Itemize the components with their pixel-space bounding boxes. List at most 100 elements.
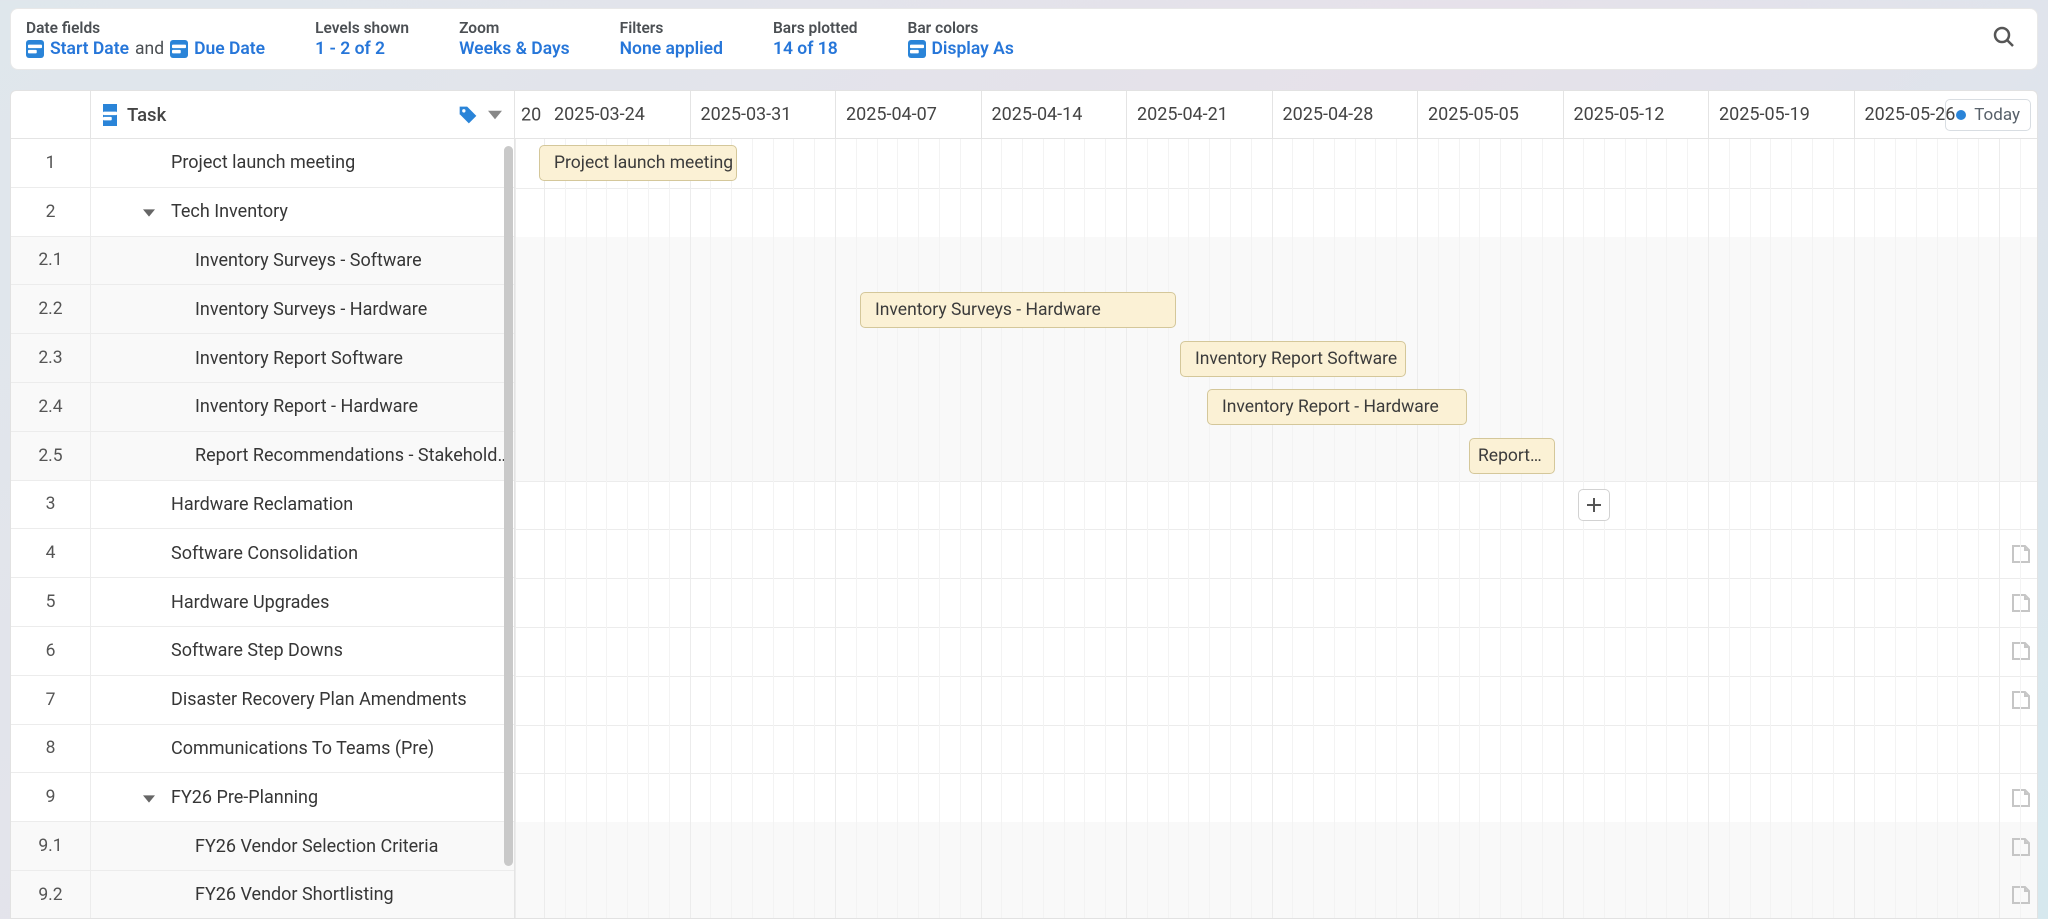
- note-tag-icon[interactable]: [2009, 786, 2033, 810]
- timeline-header: 20 Today 2025-03-242025-03-312025-04-072…: [515, 91, 2037, 139]
- colors-value-text: Display As: [932, 39, 1014, 59]
- task-name-cell: FY26 Pre-Planning: [91, 787, 514, 808]
- task-row[interactable]: 1 Project launch meeting: [11, 139, 514, 188]
- note-tag-icon[interactable]: [2009, 835, 2033, 859]
- colors-label: Bar colors: [908, 19, 1014, 37]
- filters-value: None applied: [620, 39, 723, 59]
- timeline-date-cell[interactable]: 2025-04-21: [1126, 91, 1272, 138]
- gantt-bar[interactable]: Inventory Report Software: [1180, 341, 1406, 377]
- collapse-caret-icon[interactable]: [143, 201, 155, 222]
- row-number-cell: 9.1: [11, 822, 91, 870]
- task-name-cell: Inventory Report Software: [91, 348, 514, 369]
- note-tag-icon[interactable]: [2009, 591, 2033, 615]
- timeline-date-cell[interactable]: 2025-04-07: [835, 91, 981, 138]
- task-list-header: Task: [11, 91, 514, 139]
- timeline-date-cell[interactable]: 2025-04-14: [981, 91, 1127, 138]
- task-row[interactable]: 9 FY26 Pre-Planning: [11, 773, 514, 822]
- note-tag-icon[interactable]: [2009, 542, 2033, 566]
- bars-group[interactable]: Bars plotted 14 of 18: [773, 19, 858, 59]
- collapse-caret-icon[interactable]: [143, 787, 155, 808]
- task-row[interactable]: 5Hardware Upgrades: [11, 578, 514, 627]
- and-text: and: [135, 39, 164, 59]
- task-row[interactable]: 6Software Step Downs: [11, 627, 514, 676]
- task-name-cell: Hardware Upgrades: [91, 592, 514, 613]
- colors-value: Display As: [908, 39, 1014, 59]
- task-row[interactable]: 2.1Inventory Surveys - Software: [11, 237, 514, 286]
- timeline-grid[interactable]: Project launch meeting Inventory Surveys …: [515, 139, 2037, 918]
- task-name-text: Inventory Report - Hardware: [195, 396, 418, 417]
- gantt-bar[interactable]: Inventory Report - Hardware: [1207, 389, 1467, 425]
- timeline-pane[interactable]: 20 Today 2025-03-242025-03-312025-04-072…: [515, 91, 2037, 918]
- timeline-date-cell[interactable]: 2025-03-24: [544, 91, 690, 138]
- row-number-cell: 9: [11, 773, 91, 821]
- task-name-cell: Disaster Recovery Plan Amendments: [91, 689, 514, 710]
- task-name-cell: Inventory Surveys - Hardware: [91, 299, 514, 320]
- levels-label: Levels shown: [315, 19, 409, 37]
- task-row[interactable]: 8 Communications To Teams (Pre): [11, 725, 514, 774]
- timeline-date-cell[interactable]: 2025-05-05: [1417, 91, 1563, 138]
- timeline-date-cell[interactable]: 2025-05-26: [1854, 91, 2000, 138]
- gantt-bar[interactable]: Inventory Surveys - Hardware: [860, 292, 1176, 328]
- levels-group[interactable]: Levels shown 1 - 2 of 2: [315, 19, 409, 59]
- gantt-panel: Task 1 Project launch meeting 2Tech Invent…: [10, 90, 2038, 919]
- task-column-header[interactable]: Task: [91, 104, 514, 126]
- filters-group[interactable]: Filters None applied: [620, 19, 723, 59]
- task-name-text: FY26 Pre-Planning: [171, 787, 318, 808]
- task-name-text: Inventory Surveys - Software: [195, 250, 422, 271]
- gantt-bar[interactable]: Project launch meeting: [539, 145, 737, 181]
- timeline-date-cell[interactable]: 2025-05-12: [1563, 91, 1709, 138]
- search-button[interactable]: [1986, 19, 2022, 60]
- task-name-text: Disaster Recovery Plan Amendments: [171, 689, 467, 710]
- task-name-text: FY26 Vendor Selection Criteria: [195, 836, 438, 857]
- partial-date-text: 20: [521, 104, 541, 125]
- task-name-cell: Report Recommendations - Stakehold…: [91, 445, 514, 466]
- task-name-cell: Software Step Downs: [91, 640, 514, 661]
- add-bar-button[interactable]: [1578, 489, 1610, 521]
- task-row[interactable]: 9.2FY26 Vendor Shortlisting: [11, 871, 514, 918]
- date-fields-label: Date fields: [26, 19, 265, 37]
- note-tag-icon[interactable]: [2009, 688, 2033, 712]
- task-row[interactable]: 2.5Report Recommendations - Stakehold…: [11, 432, 514, 481]
- note-tag-icon[interactable]: [2009, 883, 2033, 907]
- chevron-down-icon[interactable]: [488, 108, 502, 122]
- task-name-text: Communications To Teams (Pre): [171, 738, 434, 759]
- display-as-icon: [908, 40, 926, 58]
- task-row[interactable]: 3Hardware Reclamation: [11, 481, 514, 530]
- note-tag-icon[interactable]: [2009, 639, 2033, 663]
- colors-group[interactable]: Bar colors Display As: [908, 19, 1014, 59]
- row-number-cell: 4: [11, 529, 91, 577]
- vertical-scrollbar-thumb[interactable]: [504, 146, 513, 866]
- tag-icon[interactable]: [458, 105, 478, 125]
- task-row[interactable]: 7 Disaster Recovery Plan Amendments: [11, 676, 514, 725]
- timeline-date-cell[interactable]: 2025-05-19: [1708, 91, 1854, 138]
- row-number-cell: 2: [11, 188, 91, 236]
- task-row[interactable]: 2Tech Inventory: [11, 188, 514, 237]
- row-number-cell: 6: [11, 627, 91, 675]
- zoom-group[interactable]: Zoom Weeks & Days: [459, 19, 570, 59]
- task-name-text: Project launch meeting: [171, 152, 355, 173]
- row-number-cell: 7: [11, 676, 91, 724]
- gantt-toolbar: Date fields Start Date and Due Date Leve…: [10, 8, 2038, 70]
- row-number-cell: 1: [11, 139, 91, 187]
- task-name-text: Report Recommendations - Stakehold…: [195, 445, 510, 466]
- timeline-date-cell[interactable]: 2025-04-28: [1272, 91, 1418, 138]
- task-name-text: Inventory Report Software: [195, 348, 403, 369]
- task-row[interactable]: 9.1 FY26 Vendor Selection Criteria: [11, 822, 514, 871]
- task-name-text: Hardware Upgrades: [171, 592, 329, 613]
- bars-label: Bars plotted: [773, 19, 858, 37]
- gantt-bar[interactable]: Report…: [1469, 438, 1555, 474]
- task-name-cell: Communications To Teams (Pre): [91, 738, 514, 759]
- task-row[interactable]: 2.2Inventory Surveys - Hardware: [11, 285, 514, 334]
- task-row[interactable]: 4Software Consolidation: [11, 529, 514, 578]
- row-number-cell: 2.4: [11, 383, 91, 431]
- task-name-text: Hardware Reclamation: [171, 494, 353, 515]
- task-header-icon: [103, 104, 117, 126]
- task-row[interactable]: 2.3Inventory Report Software: [11, 334, 514, 383]
- row-number-cell: 8: [11, 725, 91, 773]
- task-row[interactable]: 2.4 Inventory Report - Hardware: [11, 383, 514, 432]
- timeline-date-cell[interactable]: 2025-03-31: [690, 91, 836, 138]
- vertical-scrollbar[interactable]: [501, 146, 515, 910]
- task-header-label: Task: [127, 104, 166, 126]
- date-fields-group[interactable]: Date fields Start Date and Due Date: [26, 19, 265, 59]
- date-start-icon: [26, 40, 44, 58]
